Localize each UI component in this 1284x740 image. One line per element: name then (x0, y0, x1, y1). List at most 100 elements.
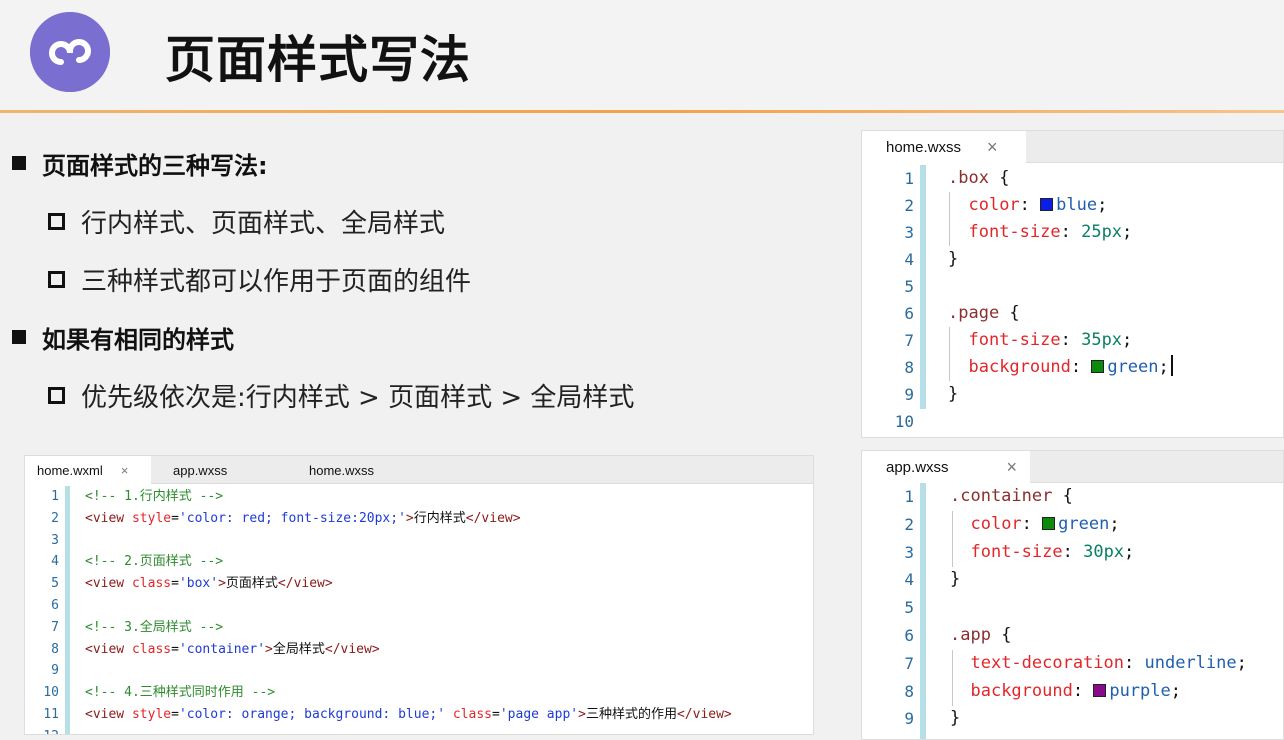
bullet-item: 优先级依次是:行内样式 > 页面样式 > 全局样式 (12, 372, 832, 418)
line-number: 8 (51, 641, 59, 657)
code-token: class (131, 576, 172, 592)
code-token: class (131, 641, 172, 657)
bullet-item: 三种样式都可以作用于页面的组件 (12, 256, 832, 302)
code-token: } (948, 249, 959, 269)
close-icon[interactable]: × (987, 137, 998, 158)
code-area[interactable]: 1 2 3 4 5 6 7 8 9 10 .box { color: blue; font-siz… (862, 165, 1283, 437)
code-token: 三种样式的作用 (585, 706, 677, 722)
line-number: 9 (904, 385, 914, 404)
code-line: } (950, 566, 1247, 594)
code-token: <view (85, 510, 132, 526)
code-token: 全局样式 (272, 641, 325, 657)
code-lines: <!-- 1.行内样式 --> <view style='color: red; … (85, 486, 732, 734)
line-number: 6 (51, 597, 59, 613)
code-token: style (131, 706, 172, 722)
bullet-text: 行内样式、页面样式、全局样式 (81, 208, 446, 239)
line-number: 4 (904, 570, 914, 590)
code-token: blue (1056, 195, 1098, 215)
line-number: 12 (25, 726, 59, 734)
close-icon[interactable]: × (121, 463, 129, 478)
code-token: <view (85, 576, 132, 592)
color-swatch-icon (1040, 198, 1054, 211)
wxml-code-editor[interactable]: home.wxml × app.wxss home.wxss 123456789… (24, 455, 814, 735)
code-token: 'page app' (499, 706, 579, 722)
line-number: 2 (904, 196, 914, 215)
hollow-square-bullet-icon (48, 386, 65, 404)
hollow-square-bullet-icon (48, 270, 65, 288)
line-number: 3 (51, 532, 59, 548)
text-cursor (1170, 355, 1173, 376)
code-line: color: green; (950, 511, 1247, 539)
tab-app-wxss[interactable]: app.wxss × (862, 451, 1030, 483)
bullet-item: 如果有相同的样式 (12, 314, 832, 360)
code-line: <view class='container'>全局样式</view> (85, 639, 732, 661)
code-line: } (950, 705, 1247, 733)
close-icon[interactable]: × (1007, 457, 1018, 478)
bullet-item: 页面样式的三种写法: (12, 140, 832, 186)
code-token: : (1124, 652, 1145, 673)
code-line: <view style='color: red; font-size:20px;… (85, 508, 732, 530)
code-token: font-size (968, 330, 1061, 350)
code-token: ; (1236, 652, 1247, 673)
code-token: .app (950, 624, 1002, 645)
code-line: background: green; (948, 354, 1173, 381)
code-token: } (950, 708, 961, 729)
line-number: 6 (904, 625, 914, 645)
code-line: .page { (948, 300, 1173, 327)
code-token: { (1062, 486, 1073, 506)
code-token: text-decoration (970, 652, 1125, 673)
code-token: 页面样式 (225, 576, 278, 592)
app-wxss-code-editor[interactable]: app.wxss × 1 2 3 4 5 6 7 8 9 .container { color:… (861, 450, 1284, 740)
code-line: <!-- 3.全局样式 --> (85, 617, 732, 639)
home-wxss-code-editor[interactable]: home.wxss × 1 2 3 4 5 6 7 8 9 10 .box { color: bl… (861, 130, 1284, 438)
code-token: purple (1109, 680, 1171, 701)
line-number: 7 (904, 331, 914, 350)
code-line: .app { (950, 622, 1247, 650)
tab-app-wxss[interactable]: app.wxss (173, 456, 227, 484)
tab-home-wxss[interactable]: home.wxss × (862, 131, 1026, 163)
code-token: { (1009, 303, 1020, 323)
line-number: 1 (904, 169, 914, 188)
code-token: ; (1122, 222, 1133, 242)
code-token: : (1070, 357, 1092, 377)
code-line: font-size: 35px; (948, 327, 1173, 354)
code-token: </view> (277, 576, 333, 592)
line-number: 5 (51, 576, 59, 592)
code-token: 35px (1081, 330, 1123, 350)
code-token: = (171, 576, 179, 592)
code-line: .container { (950, 483, 1247, 511)
line-number: 7 (51, 619, 59, 635)
color-swatch-icon (1093, 683, 1107, 697)
line-number: 4 (904, 250, 914, 269)
code-token: class (452, 706, 493, 722)
code-token: background (968, 357, 1071, 377)
code-token: : (1062, 541, 1084, 562)
code-token: font-size (968, 222, 1061, 242)
tab-label: app.wxss (173, 462, 228, 478)
line-number: 4 (51, 554, 59, 570)
tab-home-wxml[interactable]: home.wxml × (25, 456, 151, 484)
code-token: 30px (1083, 541, 1125, 562)
code-token: = (171, 706, 179, 722)
mini-program-logo-icon (30, 12, 110, 92)
line-number: 10 (43, 685, 59, 701)
code-area[interactable]: 1 2 3 4 5 6 7 8 9 .container { color: green; fon… (862, 483, 1283, 739)
code-token: color (968, 195, 1020, 215)
code-line: <!-- 4.三种样式同时作用 --> (85, 682, 732, 704)
code-token: .page (948, 303, 1010, 323)
tab-label: home.wxss (309, 462, 375, 478)
gutter-indicator-bar (920, 483, 926, 739)
tab-home-wxss[interactable]: home.wxss (309, 456, 374, 484)
code-area[interactable]: 123456789101112 <!-- 1.行内样式 --><view sty… (25, 486, 813, 734)
line-number-gutter: 123456789101112 (25, 486, 59, 734)
